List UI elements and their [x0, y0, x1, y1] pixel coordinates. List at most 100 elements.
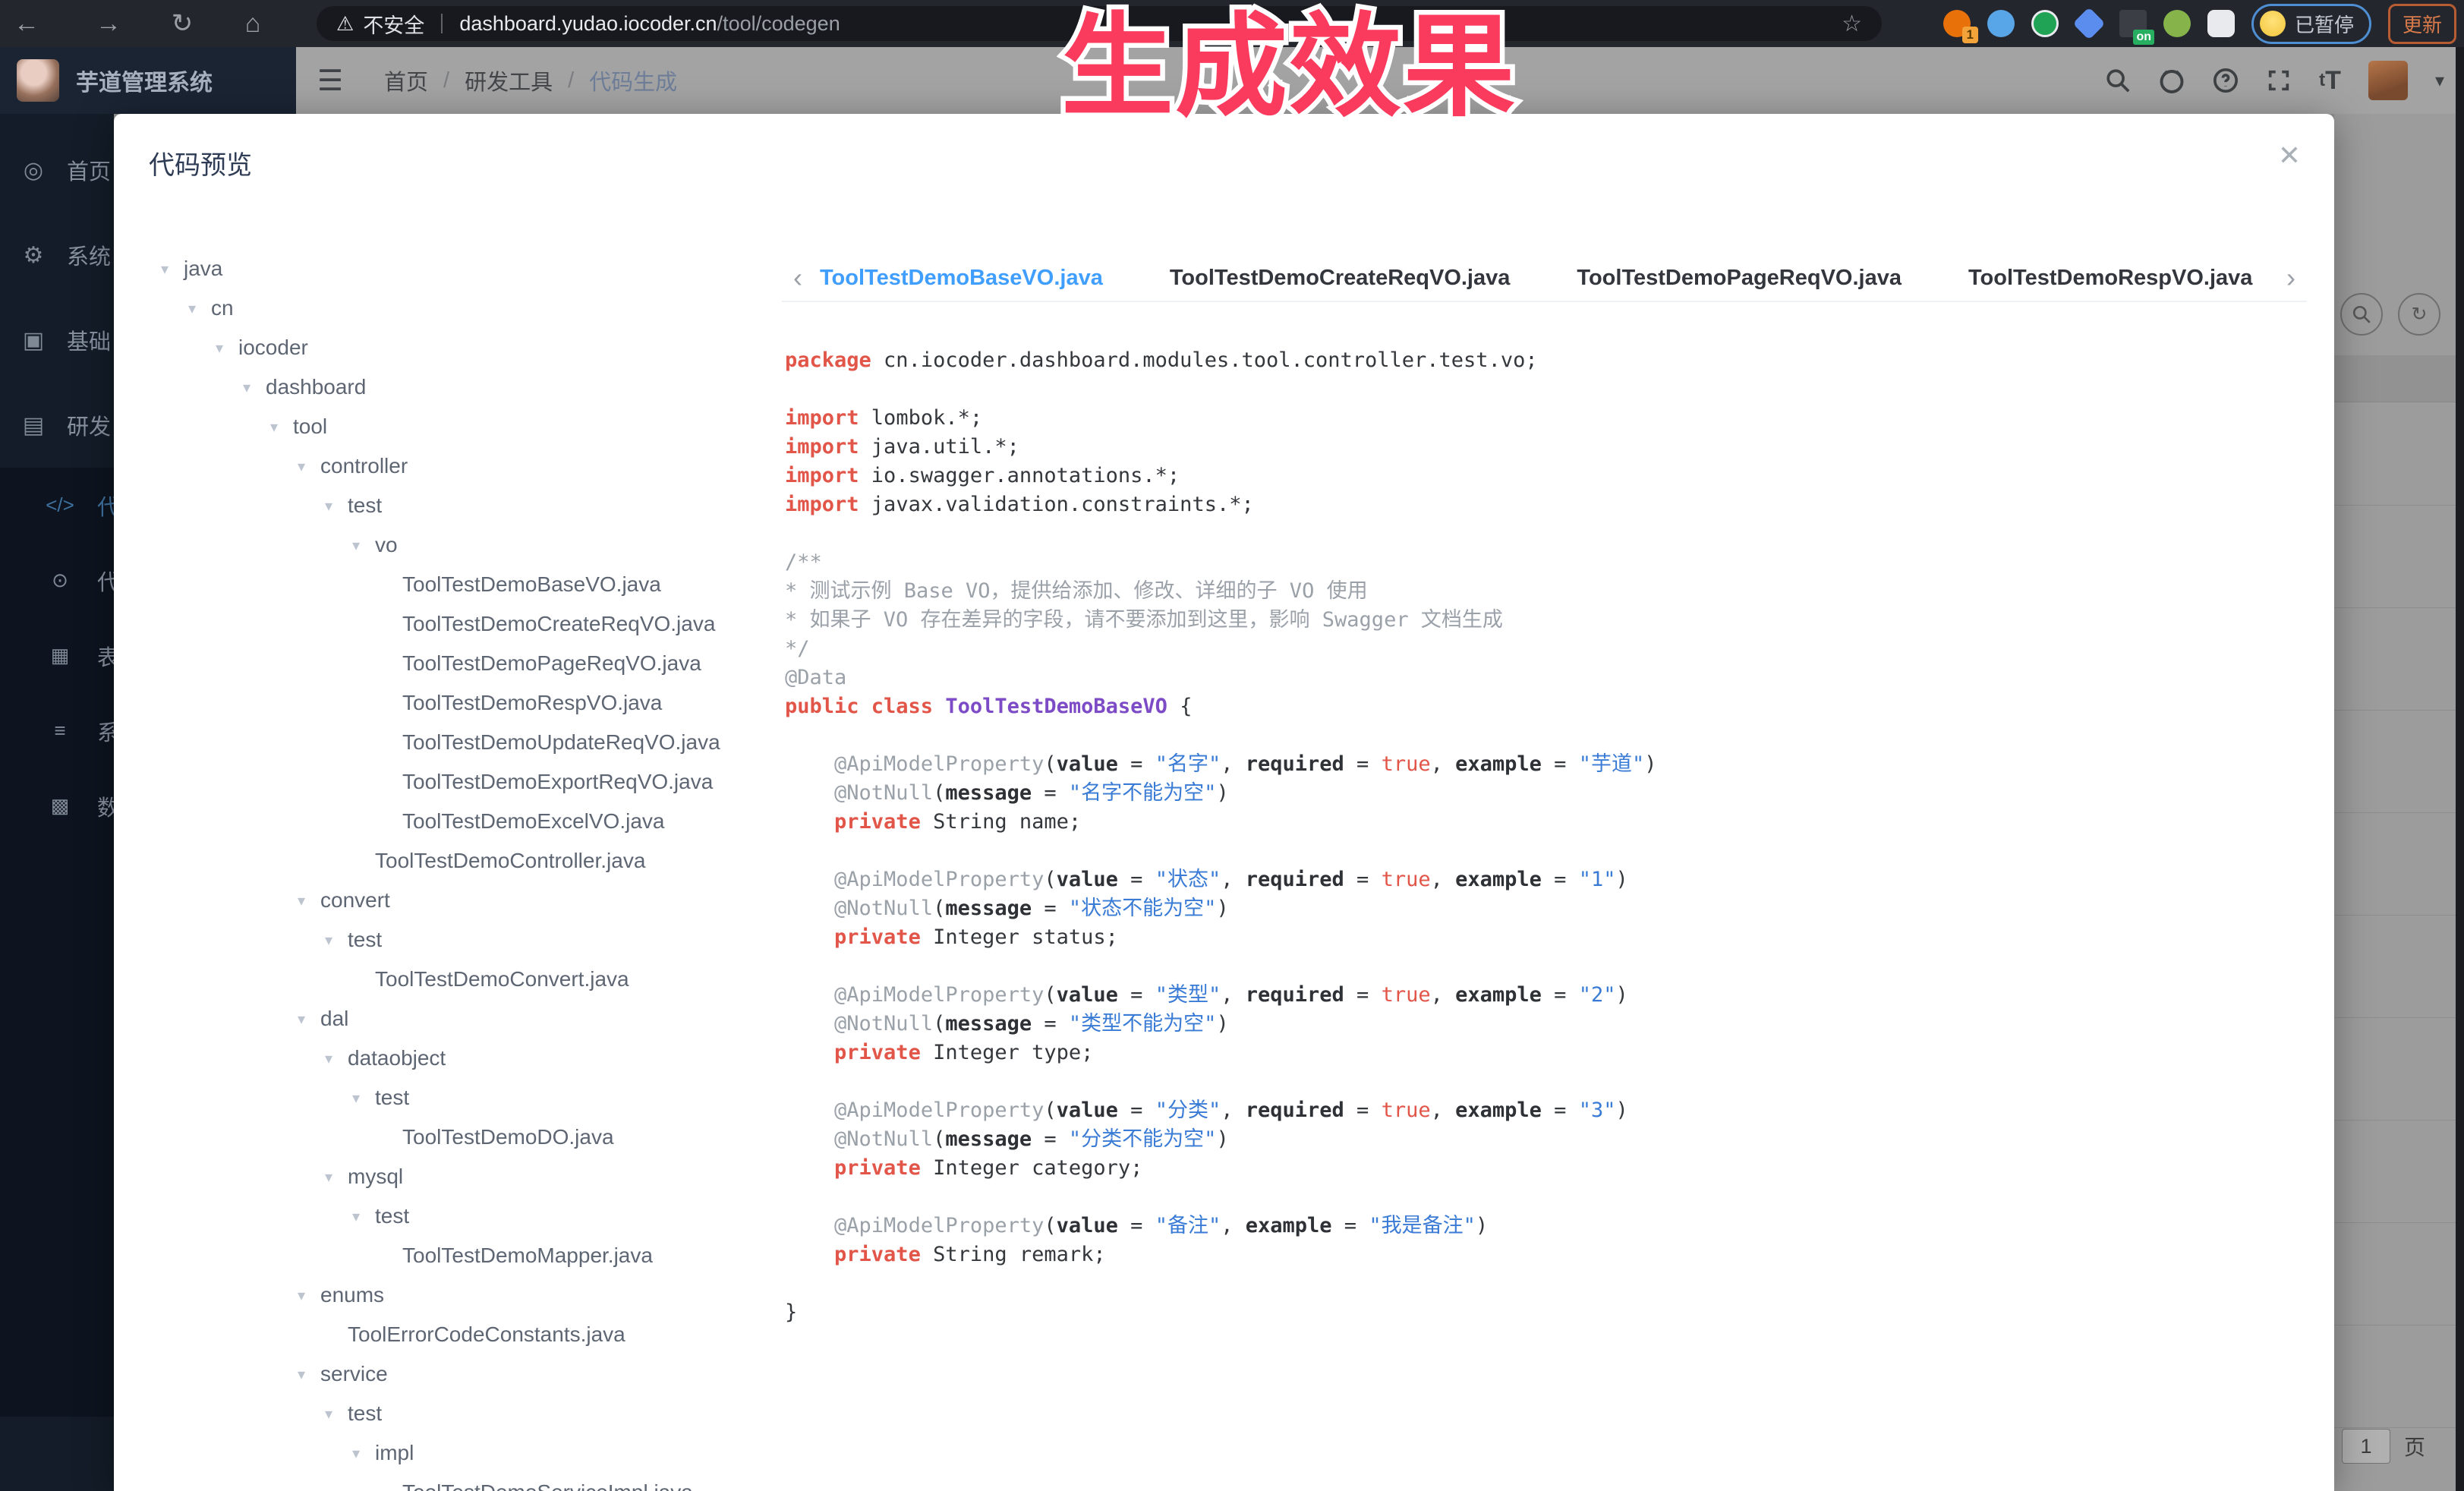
- code-line: @Data: [785, 664, 2322, 692]
- tree-file[interactable]: ToolTestDemoCreateReqVO.java: [153, 604, 768, 644]
- tree-folder[interactable]: ▾java: [153, 249, 768, 288]
- code-line: private Integer category;: [785, 1154, 2322, 1183]
- table-search-button[interactable]: [2340, 293, 2383, 336]
- file-tab[interactable]: ToolTestDemoPageReqVO.java: [1577, 266, 1902, 291]
- table-row: [2334, 1121, 2456, 1223]
- pagination: 1 页: [2342, 1429, 2425, 1464]
- tree-folder[interactable]: ▾dashboard: [153, 367, 768, 407]
- code-line: private String name;: [785, 808, 2322, 837]
- tree-folder[interactable]: ▾test: [153, 1196, 768, 1236]
- code-preview-dialog: 代码预览 ✕ ▾java▾cn▾iocoder▾dashboard▾tool▾c…: [114, 114, 2334, 1491]
- tree-file[interactable]: ToolTestDemoConvert.java: [153, 960, 768, 999]
- tree-file[interactable]: ToolTestDemoController.java: [153, 841, 768, 881]
- github-icon[interactable]: [2158, 67, 2185, 94]
- chrome-update-button[interactable]: 更新: [2388, 4, 2456, 44]
- chevron-down-icon[interactable]: ▾: [2435, 70, 2444, 92]
- tree-folder[interactable]: ▾tool: [153, 407, 768, 446]
- bookmark-star-icon[interactable]: ☆: [1842, 11, 1862, 37]
- caret-down-icon: ▾: [352, 1444, 375, 1463]
- sidebar-item[interactable]: ▤研发: [0, 383, 114, 468]
- user-avatar[interactable]: [2368, 61, 2408, 100]
- tree-label: iocoder: [238, 336, 308, 360]
- browser-home-icon[interactable]: ⌂: [234, 0, 272, 47]
- tree-file[interactable]: ToolTestDemoRespVO.java: [153, 683, 768, 723]
- extension-icon[interactable]: 1: [1943, 10, 1971, 37]
- breadcrumb-separator: /: [568, 68, 574, 93]
- tree-folder[interactable]: ▾test: [153, 1394, 768, 1433]
- tree-folder[interactable]: ▾test: [153, 1078, 768, 1117]
- extension-icon[interactable]: [2072, 7, 2105, 39]
- breadcrumb-item[interactable]: 研发工具: [465, 65, 553, 96]
- tree-folder[interactable]: ▾dal: [153, 999, 768, 1039]
- puzzle-extension-icon[interactable]: [2207, 10, 2235, 37]
- tree-folder[interactable]: ▾impl: [153, 1433, 768, 1473]
- tree-folder[interactable]: ▾test: [153, 920, 768, 960]
- sidebar-item[interactable]: ▣基础: [0, 298, 114, 383]
- code-viewer[interactable]: package cn.iocoder.dashboard.modules.too…: [785, 346, 2322, 1491]
- security-label[interactable]: 不安全: [363, 9, 424, 39]
- extension-icon[interactable]: [1987, 10, 2015, 37]
- tree-folder[interactable]: ▾mysql: [153, 1157, 768, 1196]
- tabs-scroll-right-icon[interactable]: ›: [2275, 262, 2307, 294]
- file-tab[interactable]: ToolTestDemoRespVO.java: [1968, 266, 2252, 291]
- code-line: * 测试示例 Base VO，提供给添加、修改、详细的子 VO 使用: [785, 577, 2322, 606]
- tree-folder[interactable]: ▾dataobject: [153, 1039, 768, 1078]
- sidebar-item[interactable]: ⊙代: [0, 543, 114, 618]
- tree-file[interactable]: ToolTestDemoExportReqVO.java: [153, 762, 768, 802]
- sidebar-item[interactable]: ▦表: [0, 618, 114, 693]
- browser-forward-icon[interactable]: →: [90, 0, 128, 47]
- caret-down-icon: ▾: [243, 378, 266, 397]
- sidebar-item[interactable]: </>代: [0, 468, 114, 543]
- tree-folder[interactable]: ▾iocoder: [153, 328, 768, 367]
- tree-folder[interactable]: ▾vo: [153, 525, 768, 565]
- tree-file[interactable]: ToolTestDemoMapper.java: [153, 1236, 768, 1275]
- caret-down-icon: ▾: [298, 891, 320, 910]
- file-tab[interactable]: ToolTestDemoBaseVO.java: [820, 266, 1103, 291]
- annotation-fill: 生成效果: [1061, 5, 1517, 130]
- font-size-icon[interactable]: tT: [2319, 66, 2341, 96]
- logo-avatar: [17, 59, 59, 102]
- code-line: @ApiModelProperty(value = "类型", required…: [785, 981, 2322, 1010]
- browser-back-icon[interactable]: ←: [8, 0, 46, 47]
- extension-icon[interactable]: [2163, 10, 2191, 37]
- table-rows-fragment: [2334, 403, 2456, 1428]
- page-unit-label: 页: [2404, 1431, 2425, 1461]
- sidebar-item[interactable]: ⚙系统: [0, 213, 114, 298]
- breadcrumb-item[interactable]: 代码生成: [589, 65, 677, 96]
- browser-scrollbar[interactable]: [2456, 47, 2464, 1491]
- tree-folder[interactable]: ▾convert: [153, 881, 768, 920]
- file-tab[interactable]: ToolTestDemoCreateReqVO.java: [1170, 266, 1511, 291]
- tree-folder[interactable]: ▾enums: [153, 1275, 768, 1315]
- page-number-input[interactable]: 1: [2342, 1429, 2390, 1464]
- caret-down-icon: ▾: [352, 536, 375, 555]
- tree-file[interactable]: ToolTestDemoDO.java: [153, 1117, 768, 1157]
- tree-file[interactable]: ToolTestDemoUpdateReqVO.java: [153, 723, 768, 762]
- tree-file[interactable]: ToolTestDemoServiceImpl.java: [153, 1473, 768, 1491]
- extension-icon[interactable]: on: [2119, 10, 2147, 37]
- menu-collapse-icon[interactable]: ☰: [317, 47, 343, 114]
- sidebar-item[interactable]: ◎首页: [0, 128, 114, 213]
- tree-folder[interactable]: ▾service: [153, 1354, 768, 1394]
- code-line: @NotNull(message = "类型不能为空"): [785, 1010, 2322, 1039]
- caret-down-icon: ▾: [216, 339, 238, 358]
- table-refresh-button[interactable]: ↻: [2398, 293, 2440, 336]
- tree-file[interactable]: ToolTestDemoBaseVO.java: [153, 565, 768, 604]
- close-icon[interactable]: ✕: [2278, 140, 2301, 172]
- tree-label: controller: [320, 454, 408, 478]
- tree-file[interactable]: ToolTestDemoExcelVO.java: [153, 802, 768, 841]
- profile-paused-pill[interactable]: 已暂停: [2251, 4, 2371, 44]
- sidebar-item[interactable]: ▩数: [0, 768, 114, 843]
- tree-file[interactable]: ToolErrorCodeConstants.java: [153, 1315, 768, 1354]
- browser-reload-icon[interactable]: ↻: [163, 0, 201, 47]
- tabs-scroll-left-icon[interactable]: ‹: [782, 262, 814, 294]
- tree-folder[interactable]: ▾test: [153, 486, 768, 525]
- tree-file[interactable]: ToolTestDemoPageReqVO.java: [153, 644, 768, 683]
- extension-icon[interactable]: [2031, 10, 2059, 37]
- breadcrumb-item[interactable]: 首页: [384, 65, 428, 96]
- help-icon[interactable]: [2213, 68, 2239, 93]
- tree-folder[interactable]: ▾controller: [153, 446, 768, 486]
- fullscreen-icon[interactable]: [2266, 68, 2292, 93]
- tree-folder[interactable]: ▾cn: [153, 288, 768, 328]
- search-icon[interactable]: [2105, 68, 2131, 93]
- sidebar-item[interactable]: ≡系: [0, 693, 114, 768]
